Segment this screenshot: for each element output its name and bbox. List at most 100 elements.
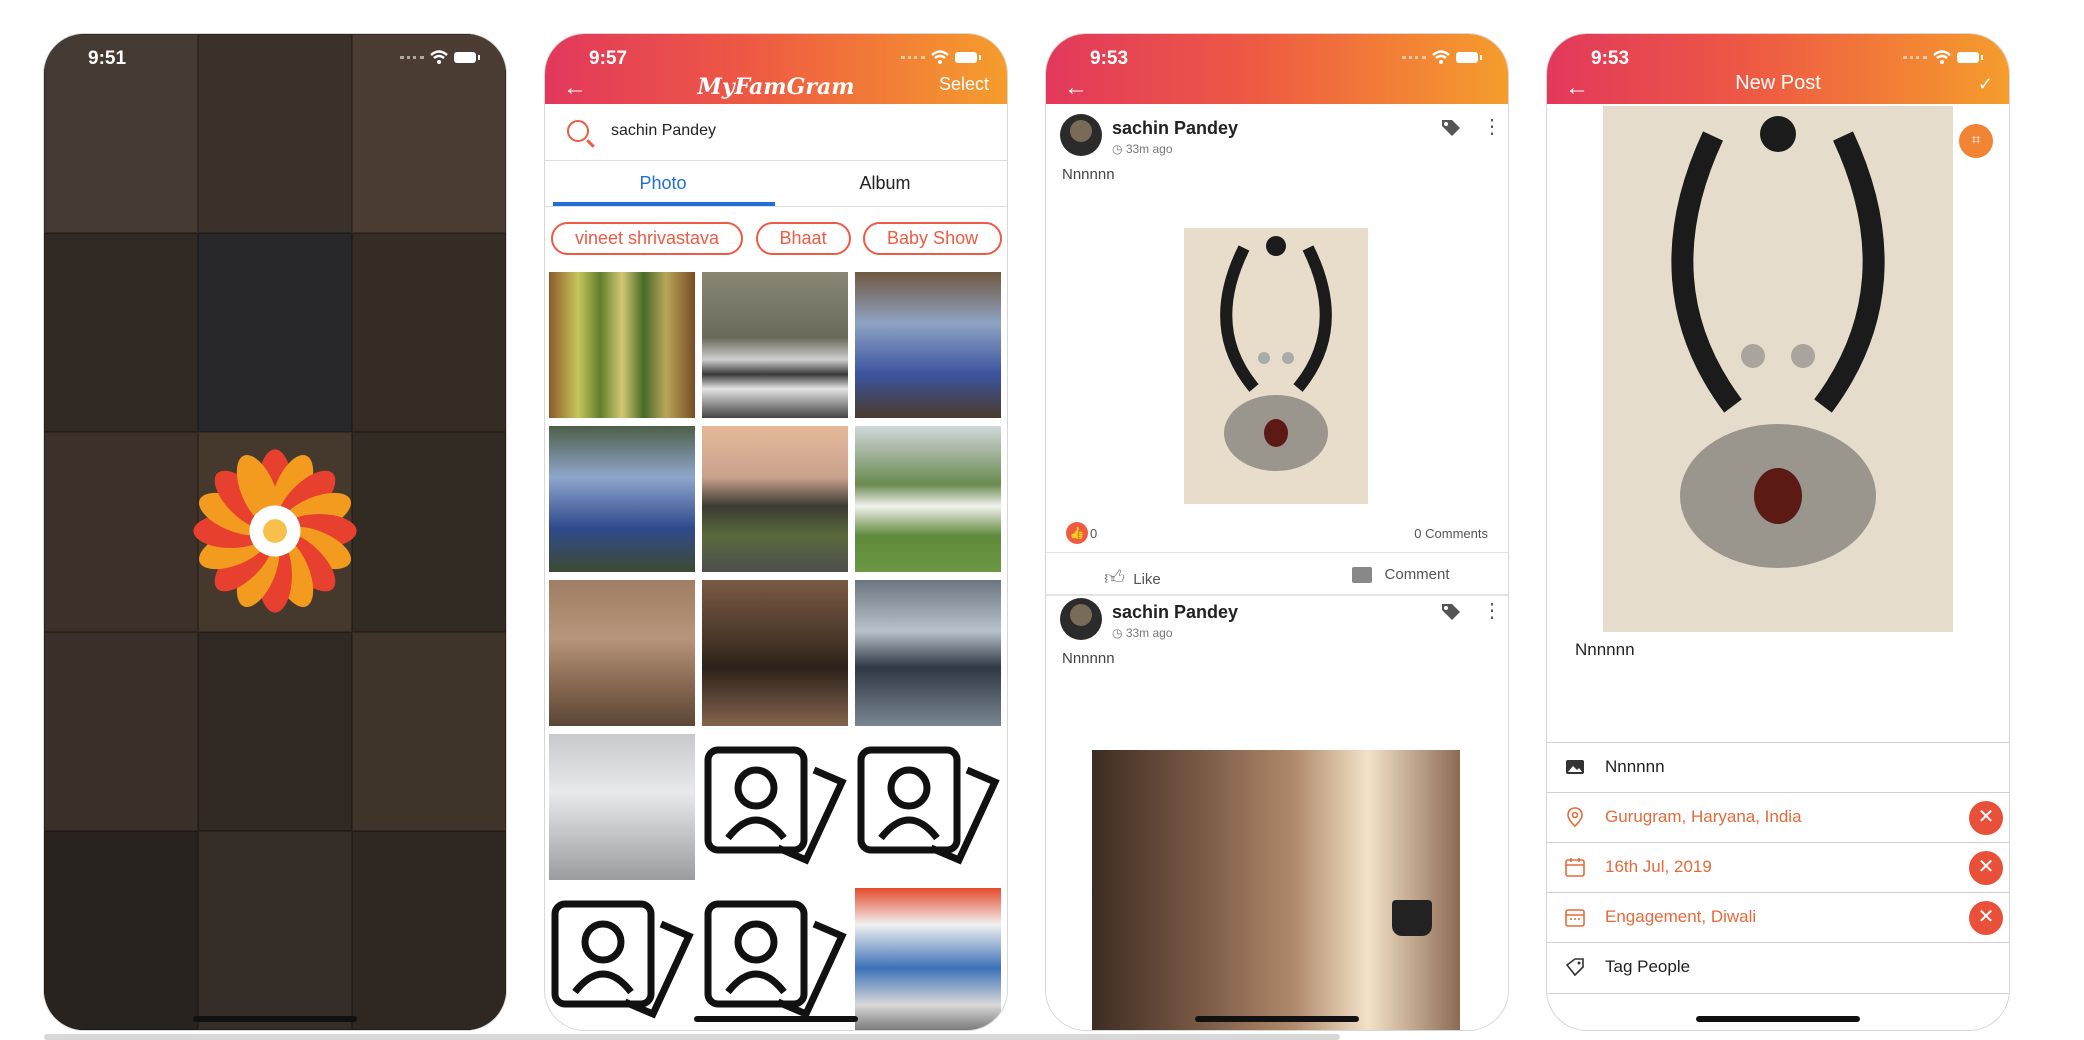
photo-thumbnail[interactable] <box>549 272 695 418</box>
clear-event-button[interactable]: ✕ <box>1969 901 2003 935</box>
photo-thumbnail[interactable] <box>702 272 848 418</box>
status-time: 9:53 <box>1090 48 1129 69</box>
photo-placeholder[interactable] <box>702 734 848 880</box>
photo-thumbnail[interactable] <box>855 888 1001 1030</box>
tab-bar: Photo Album <box>545 162 1007 207</box>
wifi-icon <box>931 50 949 64</box>
like-button[interactable]: 👍︎ Like <box>1104 566 1161 590</box>
home-indicator[interactable] <box>1696 1016 1860 1022</box>
home-indicator[interactable] <box>193 1016 357 1022</box>
tag-icon[interactable] <box>1440 602 1462 622</box>
crop-icon[interactable]: ⌗ <box>1959 124 1993 158</box>
event-icon <box>1565 909 1585 927</box>
post-divider <box>1046 594 1508 596</box>
horizontal-scrollbar[interactable] <box>44 1034 1340 1040</box>
row-text: 16th Jul, 2019 <box>1605 857 1712 876</box>
app-title: MyFamGram <box>697 74 855 100</box>
row-text: Nnnnnn <box>1605 757 1665 776</box>
wifi-icon <box>430 50 448 64</box>
post-caption-input[interactable]: Nnnnnn <box>1575 640 1635 660</box>
post-author[interactable]: sachin Pandey <box>1112 602 1238 623</box>
signal-icon <box>400 56 424 63</box>
detail-row-tag-people[interactable]: Tag People <box>1547 942 2009 994</box>
photo-thumbnail[interactable] <box>549 580 695 726</box>
more-options-icon[interactable]: ⋮ <box>1482 117 1502 137</box>
post-time: ◷ 33m ago <box>1112 626 1173 640</box>
photo-placeholder[interactable] <box>855 734 1001 880</box>
post-caption: Nnnnnn <box>1062 650 1115 667</box>
post-author[interactable]: sachin Pandey <box>1112 118 1238 139</box>
photo-placeholder[interactable] <box>549 888 695 1030</box>
tab-photo[interactable]: Photo <box>553 162 773 206</box>
photo-thumbnail[interactable] <box>702 580 848 726</box>
battery-icon <box>454 52 480 63</box>
detail-row-event[interactable]: Engagement, Diwali ✕ <box>1547 892 2009 943</box>
phone-screen-feed: 9:53 ← sachin Pandey ◷ 33m ago ⋮ Nnnnnn … <box>1046 34 1508 1030</box>
phone-screen-new-post: 9:53 ← New Post ✓ ⌗ Nnnnnn Nnnnnn Gurugr… <box>1547 34 2009 1030</box>
page-title: New Post <box>1735 72 1821 94</box>
row-text: Gurugram, Haryana, India <box>1605 807 1802 826</box>
comment-icon <box>1352 567 1372 584</box>
active-tab-indicator <box>553 202 775 206</box>
battery-icon <box>1957 52 1983 63</box>
status-bar: 9:53 <box>1547 34 2009 70</box>
like-count-icon: 👍 <box>1066 522 1088 544</box>
post-time-text: 33m ago <box>1125 626 1173 640</box>
home-indicator[interactable] <box>694 1016 858 1022</box>
photo-thumbnail[interactable] <box>702 426 848 572</box>
search-icon <box>567 120 589 142</box>
clear-location-button[interactable]: ✕ <box>1969 801 2003 835</box>
photo-placeholder[interactable] <box>702 888 848 1030</box>
status-bar: 9:57 <box>545 34 1007 70</box>
photo-grid <box>547 272 1007 1030</box>
search-bar[interactable]: sachin Pandey <box>545 104 1007 161</box>
calendar-icon <box>1565 858 1585 877</box>
photo-thumbnail[interactable] <box>855 426 1001 572</box>
signal-icon <box>1402 56 1426 63</box>
tag-icon[interactable] <box>1440 118 1462 138</box>
status-icons <box>901 50 981 66</box>
signal-icon <box>901 56 925 63</box>
home-indicator[interactable] <box>1195 1016 1359 1022</box>
more-options-icon[interactable]: ⋮ <box>1482 601 1502 621</box>
row-text: Tag People <box>1605 957 1691 976</box>
selected-image[interactable] <box>1603 106 1953 632</box>
status-time: 9:57 <box>589 48 628 69</box>
avatar[interactable] <box>1060 114 1102 156</box>
person-placeholder-icon <box>704 746 847 865</box>
avatar[interactable] <box>1060 598 1102 640</box>
post-image[interactable] <box>1184 228 1368 504</box>
status-bar: 9:53 <box>1046 34 1508 70</box>
divider <box>1046 552 1508 553</box>
feed-post: sachin Pandey ◷ 33m ago ⋮ Nnnnnn 👍 0 0 C… <box>1046 104 1508 594</box>
comment-button[interactable]: Comment <box>1352 566 1450 584</box>
lamp-shade <box>1392 900 1432 936</box>
detail-row-image[interactable]: Nnnnnn <box>1547 742 2009 793</box>
photo-thumbnail[interactable] <box>549 734 695 880</box>
necklace-image <box>1220 236 1332 471</box>
search-input[interactable]: sachin Pandey <box>611 122 716 140</box>
status-icons <box>1903 50 1983 66</box>
clear-date-button[interactable]: ✕ <box>1969 851 2003 885</box>
chip[interactable]: Baby Show <box>863 222 1003 255</box>
chip[interactable]: Bhaat <box>755 222 851 255</box>
comment-count[interactable]: 0 Comments <box>1414 526 1488 541</box>
tab-album[interactable]: Album <box>775 162 995 206</box>
person-placeholder-icon <box>857 746 1000 865</box>
detail-row-date[interactable]: 16th Jul, 2019 ✕ <box>1547 842 2009 893</box>
status-icons <box>1402 50 1482 66</box>
post-image[interactable] <box>1092 750 1460 1030</box>
status-time: 9:53 <box>1591 48 1630 69</box>
photo-thumbnail[interactable] <box>855 272 1001 418</box>
image-icon <box>1566 760 1584 774</box>
chip[interactable]: vineet shrivastava <box>551 222 744 255</box>
photo-thumbnail[interactable] <box>549 426 695 572</box>
post-caption: Nnnnnn <box>1062 166 1115 183</box>
like-label: Like <box>1133 571 1161 588</box>
select-button[interactable]: Select <box>939 74 989 95</box>
check-icon[interactable]: ✓ <box>1978 74 1993 95</box>
detail-row-location[interactable]: Gurugram, Haryana, India ✕ <box>1547 792 2009 843</box>
back-arrow-icon[interactable]: ← <box>1064 74 1088 102</box>
photo-thumbnail[interactable] <box>855 580 1001 726</box>
status-bar: 9:51 <box>44 34 506 70</box>
